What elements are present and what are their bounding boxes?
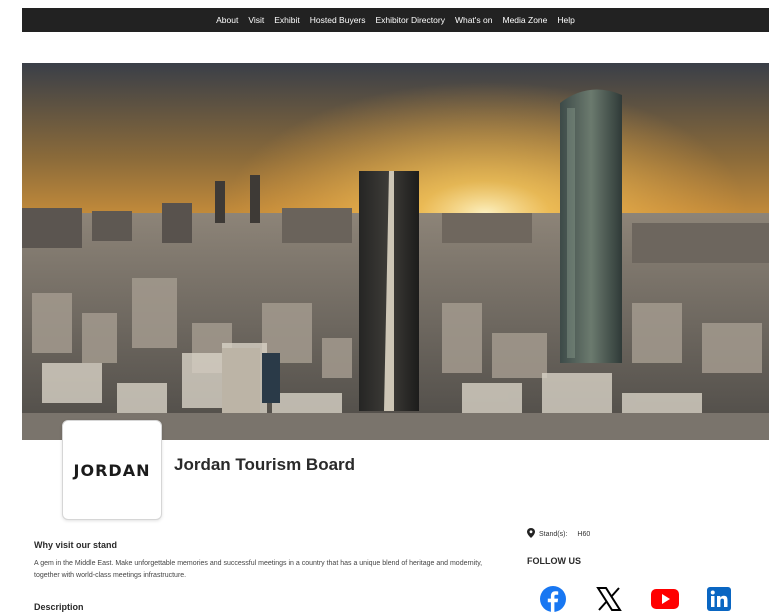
nav-item-help[interactable]: Help <box>557 15 574 25</box>
follow-us-heading: FOLLOW US <box>527 556 581 566</box>
stand-info: Stand(s): H60 <box>527 528 590 540</box>
exhibitor-logo-card: JORDAN <box>62 420 162 520</box>
stand-label: Stand(s): <box>539 530 568 538</box>
nav-item-about[interactable]: About <box>216 15 238 25</box>
top-strip <box>0 0 769 8</box>
nav-item-whats-on[interactable]: What's on <box>455 15 493 25</box>
exhibitor-logo: JORDAN <box>73 460 151 480</box>
facebook-icon[interactable] <box>539 585 567 613</box>
description-heading: Description <box>34 602 84 612</box>
nav-item-exhibit[interactable]: Exhibit <box>274 15 300 25</box>
youtube-icon[interactable] <box>651 585 679 613</box>
x-icon[interactable] <box>595 585 623 613</box>
why-visit-text: A gem in the Middle East. Make unforgett… <box>34 560 483 579</box>
map-pin-icon <box>527 528 535 540</box>
exhibitor-name: Jordan Tourism Board <box>174 455 356 474</box>
nav-item-hosted-buyers[interactable]: Hosted Buyers <box>310 15 366 25</box>
why-visit-heading: Why visit our stand <box>34 540 118 550</box>
nav-item-media-zone[interactable]: Media Zone <box>502 15 547 25</box>
nav-item-exhibitor-directory[interactable]: Exhibitor Directory <box>376 15 445 25</box>
hero-image <box>22 63 769 440</box>
linkedin-icon[interactable] <box>705 585 733 613</box>
main-navbar: About Visit Exhibit Hosted Buyers Exhibi… <box>22 8 769 32</box>
stand-value: H60 <box>577 530 591 538</box>
nav-item-visit[interactable]: Visit <box>248 15 264 25</box>
